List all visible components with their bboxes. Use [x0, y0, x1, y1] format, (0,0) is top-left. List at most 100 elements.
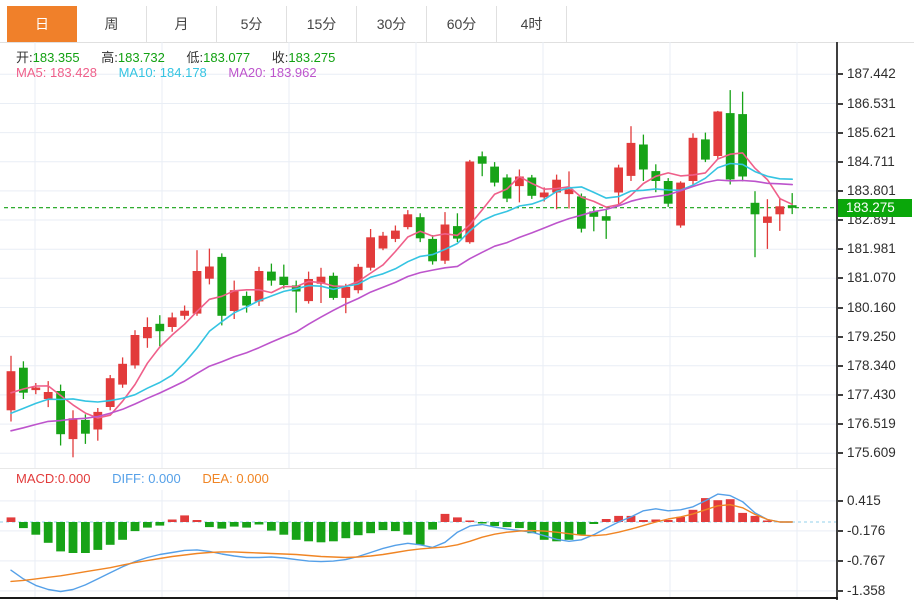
axis-tick-mark [838, 190, 843, 192]
macd-histogram-bar [713, 500, 722, 522]
macd-histogram-bar [441, 514, 450, 522]
diff-label: DIFF: [112, 471, 145, 486]
macd-histogram-bar [279, 522, 288, 535]
axis-tick-label: -0.767 [847, 553, 885, 569]
macd-histogram-bar [565, 522, 574, 540]
axis-tick-label: -1.358 [847, 583, 885, 599]
quote-high-label: 高: [101, 50, 118, 65]
candle-body [416, 217, 425, 238]
macd-readout: MACD:0.000 DIFF: 0.000 DEA: 0.000 [16, 471, 287, 486]
candle-body [366, 237, 375, 267]
macd-histogram-bar [738, 513, 747, 522]
macd-chart-canvas[interactable] [0, 490, 836, 598]
axis-tick-mark [838, 423, 843, 425]
ma20-readout: MA20: 183.962 [228, 65, 316, 80]
macd-histogram-bar [230, 522, 239, 527]
quote-low: 低:183.077 [187, 50, 251, 65]
ohlc-readout: 开:183.355 高:183.732 低:183.077 收:183.275 [16, 47, 353, 66]
candle-body [763, 217, 772, 223]
macd-histogram-bar [31, 522, 40, 535]
axis-tick-label: 181.981 [847, 241, 896, 257]
candle-body [31, 388, 40, 391]
macd-histogram-bar [726, 499, 735, 522]
current-price-badge: 183.275 [838, 199, 912, 217]
macd-histogram-bar [180, 515, 189, 522]
dea-value-readout: DEA: 0.000 [202, 471, 269, 486]
macd-histogram-bar [478, 522, 487, 524]
candle-body [490, 167, 499, 183]
timeframe-tab-30分[interactable]: 30分 [357, 6, 427, 42]
ma10-readout: MA10: 184.178 [119, 65, 207, 80]
axis-tick-label: 186.531 [847, 96, 896, 112]
ma20-value: 183.962 [270, 65, 317, 80]
macd-histogram-bar [453, 517, 462, 522]
axis-tick-mark [838, 73, 843, 75]
timeframe-tab-5分[interactable]: 5分 [217, 6, 287, 42]
macd-histogram-bar [81, 522, 90, 553]
timeframe-tab-15分[interactable]: 15分 [287, 6, 357, 42]
axis-tick-label: 187.442 [847, 66, 896, 82]
macd-histogram-bar [379, 522, 388, 530]
candle-body [738, 114, 747, 176]
candle-body [180, 311, 189, 316]
macd-histogram-bar [416, 522, 425, 545]
ma-readout: MA5: 183.428 MA10: 184.178 MA20: 183.962 [16, 65, 335, 80]
main-chart-canvas[interactable] [0, 42, 836, 468]
candle-body [403, 214, 412, 227]
diff-value: 0.000 [148, 471, 181, 486]
macd-histogram-bar [354, 522, 363, 535]
candle-body [230, 290, 239, 311]
macd-histogram-bar [267, 522, 276, 531]
macd-histogram-bar [602, 519, 611, 522]
macd-histogram-bar [689, 510, 698, 522]
macd-histogram-bar [317, 522, 326, 542]
ma5-value: 183.428 [50, 65, 97, 80]
macd-value-readout: MACD:0.000 [16, 471, 90, 486]
axis-tick-mark [838, 394, 843, 396]
macd-histogram-bar [577, 522, 586, 535]
candle-body [193, 271, 202, 314]
macd-histogram-bar [255, 522, 264, 525]
quote-low-value: 183.077 [203, 50, 250, 65]
candle-body [242, 296, 251, 306]
axis-tick-label: 179.250 [847, 329, 896, 345]
dea-label: DEA: [202, 471, 232, 486]
candle-body [391, 231, 400, 239]
axis-tick-mark [838, 336, 843, 338]
candle-body [168, 317, 177, 327]
candle-body [577, 196, 586, 228]
candle-body [341, 287, 350, 298]
candle-body [379, 236, 388, 249]
timeframe-tab-月[interactable]: 月 [147, 6, 217, 42]
candle-body [255, 271, 264, 301]
macd-histogram-bar [106, 522, 115, 545]
timeframe-tab-日[interactable]: 日 [7, 6, 77, 42]
axis-tick-label: 175.609 [847, 445, 896, 461]
axis-tick-mark [838, 500, 843, 502]
macd-histogram-bar [143, 522, 152, 528]
macd-histogram-bar [639, 520, 648, 522]
macd-histogram-bar [7, 517, 16, 522]
timeframe-tab-60分[interactable]: 60分 [427, 6, 497, 42]
macd-histogram-bar [69, 522, 78, 553]
axis-tick-mark [838, 590, 843, 592]
timeframe-tabbar: 日周月5分15分30分60分4时 [7, 6, 567, 42]
axis-tick-mark [838, 103, 843, 105]
candle-body [69, 418, 78, 439]
axis-tick-mark [838, 307, 843, 309]
panel-divider [0, 468, 836, 469]
axis-tick-mark [838, 219, 843, 221]
ma10-label: MA10: [119, 65, 157, 80]
candle-body [775, 206, 784, 214]
macd-histogram-bar [217, 522, 226, 529]
candle-body [614, 168, 623, 193]
macd-histogram-bar [205, 522, 214, 527]
macd-histogram-bar [589, 522, 598, 524]
quote-open: 开:183.355 [16, 50, 80, 65]
macd-histogram-bar [751, 516, 760, 522]
timeframe-tab-周[interactable]: 周 [77, 6, 147, 42]
quote-open-value: 183.355 [33, 50, 80, 65]
timeframe-tab-4时[interactable]: 4时 [497, 6, 567, 42]
candle-body [701, 139, 710, 159]
candle-body [478, 156, 487, 163]
